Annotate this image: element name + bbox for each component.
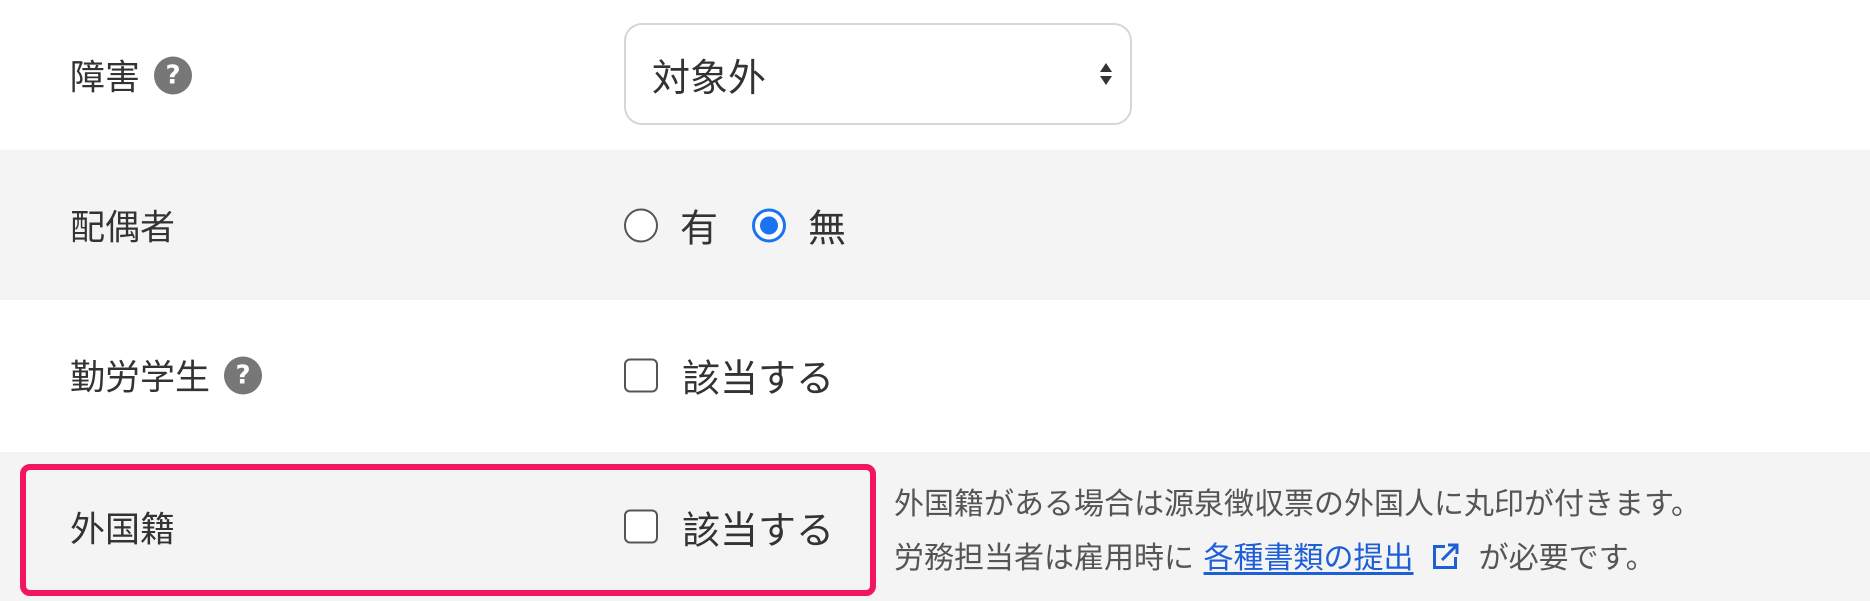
spouse-option-no-label: 無 (808, 206, 847, 251)
row-disability: 障害 ? 対象外 (0, 0, 1870, 150)
help-icon[interactable]: ? (154, 56, 193, 94)
foreign-national-label: 外国籍 (70, 510, 176, 550)
spouse-radio-group: 有 無 (624, 198, 880, 253)
note-line-2-after: が必要です。 (1478, 541, 1656, 576)
foreign-national-checkbox-control[interactable]: 該当する (624, 499, 834, 554)
disability-select-value: 対象外 (652, 55, 767, 100)
disability-label-group: 障害 ? (70, 50, 193, 101)
disability-label: 障害 (70, 58, 141, 99)
spouse-option-no[interactable]: 無 (752, 198, 846, 253)
foreign-national-checkbox[interactable] (624, 509, 658, 544)
note-line-2: 労務担当者は雇用時に 各種書類の提出 が必要です。 (894, 532, 1701, 586)
foreign-national-checkbox-label: 該当する (682, 508, 835, 552)
help-icon[interactable]: ? (224, 356, 263, 394)
radio-unchecked[interactable] (624, 208, 658, 242)
spouse-option-yes-label: 有 (680, 206, 719, 251)
working-student-checkbox[interactable] (624, 358, 658, 392)
select-arrows-icon (1100, 63, 1112, 85)
document-submission-link[interactable]: 各種書類の提出 (1204, 541, 1414, 576)
foreign-national-label-group: 外国籍 (70, 501, 175, 552)
row-spouse: 配偶者 有 無 (0, 150, 1870, 300)
spouse-option-yes[interactable]: 有 (624, 198, 718, 253)
disability-select[interactable]: 対象外 (624, 23, 1132, 125)
foreign-national-note: 外国籍がある場合は源泉徴収票の外国人に丸印が付きます。 労務担当者は雇用時に 各… (894, 478, 1701, 586)
radio-checked[interactable] (752, 208, 787, 242)
external-link-icon[interactable] (1427, 539, 1463, 575)
spouse-label-group: 配偶者 (70, 200, 175, 251)
note-line-1: 外国籍がある場合は源泉徴収票の外国人に丸印が付きます。 (894, 487, 1701, 522)
working-student-label-group: 勤労学生 ? (70, 350, 263, 401)
row-working-student: 勤労学生 ? 該当する (0, 300, 1870, 450)
working-student-checkbox-label: 該当する (682, 356, 835, 401)
working-student-label: 勤労学生 (70, 358, 211, 399)
working-student-checkbox-control[interactable]: 該当する (624, 348, 834, 403)
spouse-label: 配偶者 (70, 208, 176, 249)
note-line-2-before: 労務担当者は雇用時に (894, 541, 1194, 576)
